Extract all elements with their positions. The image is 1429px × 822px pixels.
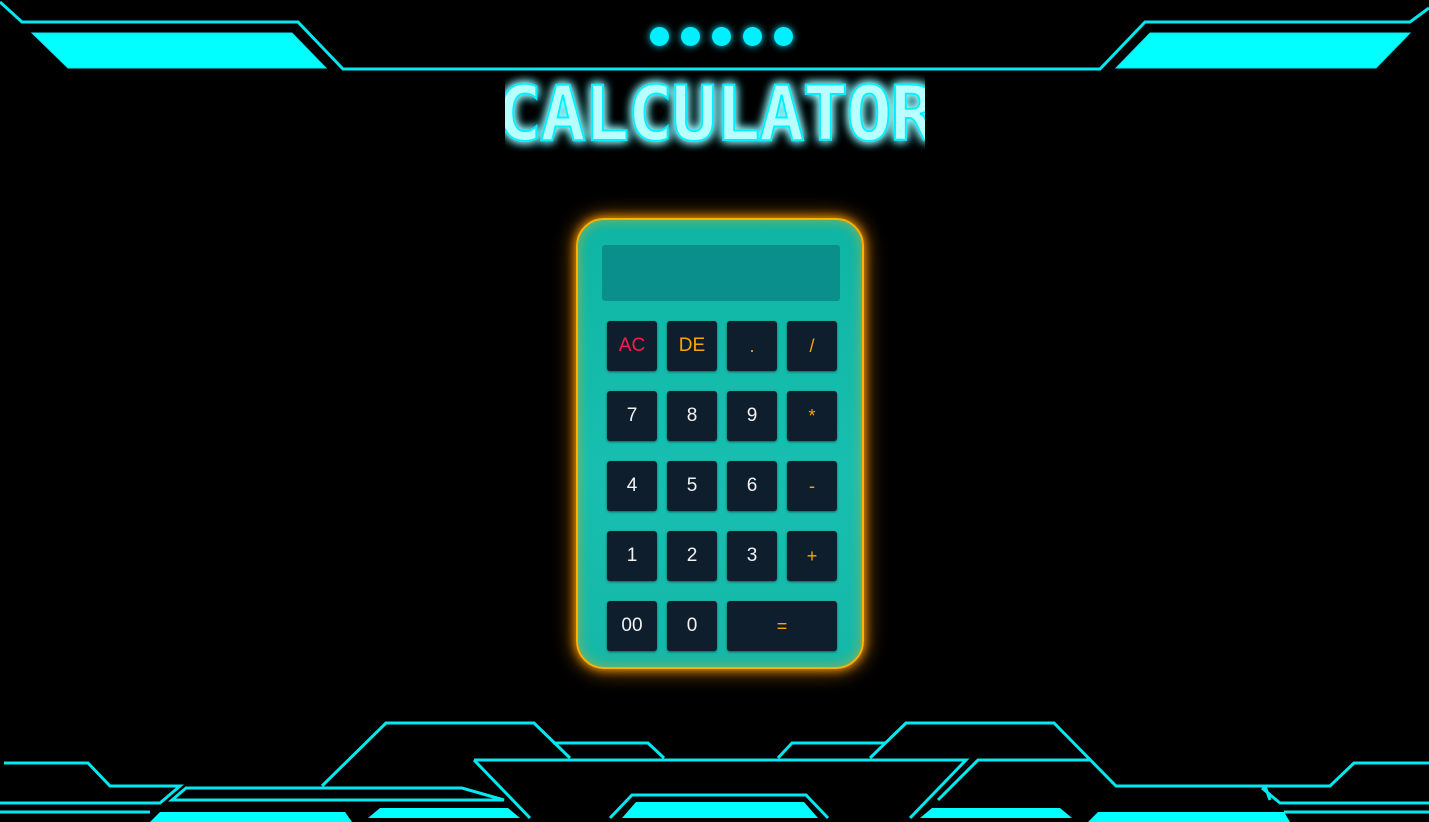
- bottom-frame-fills: [150, 802, 1290, 822]
- top-right-bar: [1114, 32, 1412, 69]
- status-dot: [650, 27, 669, 46]
- page-title: CALCULATOR: [505, 70, 925, 159]
- digit-00-button[interactable]: 00: [607, 601, 657, 651]
- digit-3-button[interactable]: 3: [727, 531, 777, 581]
- keypad: AC DE . / 7 8 9 * 4 5 6 - 1 2 3 + 00 0 =: [607, 321, 837, 651]
- top-left-bar: [30, 32, 328, 69]
- subtract-button[interactable]: -: [787, 461, 837, 511]
- status-dot: [743, 27, 762, 46]
- digit-6-button[interactable]: 6: [727, 461, 777, 511]
- status-dot: [774, 27, 793, 46]
- digit-8-button[interactable]: 8: [667, 391, 717, 441]
- divide-button[interactable]: /: [787, 321, 837, 371]
- status-dot: [681, 27, 700, 46]
- clear-button[interactable]: AC: [607, 321, 657, 371]
- digit-4-button[interactable]: 4: [607, 461, 657, 511]
- digit-1-button[interactable]: 1: [607, 531, 657, 581]
- status-dots: [650, 27, 793, 46]
- calculator: AC DE . / 7 8 9 * 4 5 6 - 1 2 3 + 00 0 =: [576, 218, 864, 669]
- digit-5-button[interactable]: 5: [667, 461, 717, 511]
- decimal-button[interactable]: .: [727, 321, 777, 371]
- digit-7-button[interactable]: 7: [607, 391, 657, 441]
- status-dot: [712, 27, 731, 46]
- delete-button[interactable]: DE: [667, 321, 717, 371]
- digit-2-button[interactable]: 2: [667, 531, 717, 581]
- multiply-button[interactable]: *: [787, 391, 837, 441]
- calculator-display[interactable]: [602, 245, 840, 301]
- equals-button[interactable]: =: [727, 601, 837, 651]
- digit-9-button[interactable]: 9: [727, 391, 777, 441]
- digit-0-button[interactable]: 0: [667, 601, 717, 651]
- page-title-wrap: CALCULATOR: [0, 70, 1429, 160]
- add-button[interactable]: +: [787, 531, 837, 581]
- page-title-text: CALCULATOR: [505, 70, 925, 158]
